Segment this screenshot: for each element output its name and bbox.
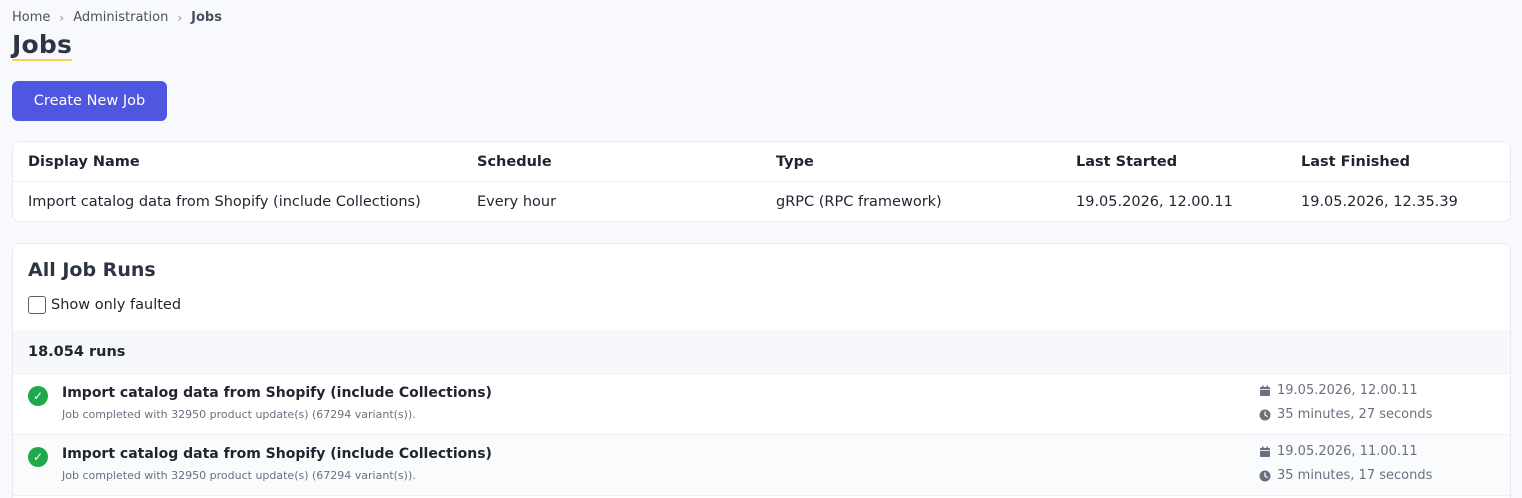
cell-schedule: Every hour <box>477 194 557 210</box>
breadcrumb-home[interactable]: Home <box>12 10 50 25</box>
column-header-last-finished[interactable]: Last Finished <box>1301 154 1410 170</box>
column-header-last-started[interactable]: Last Started <box>1076 154 1177 170</box>
checkbox-label: Show only faulted <box>51 297 182 313</box>
job-runs-panel: All Job Runs Show only faulted 18.054 ru… <box>12 243 1511 498</box>
breadcrumb: Home › Administration › Jobs <box>12 10 222 25</box>
page-title: Jobs <box>12 30 73 59</box>
clock-icon <box>1259 409 1271 420</box>
jobs-table: Display Name Schedule Type Last Started … <box>12 141 1511 222</box>
column-header-schedule[interactable]: Schedule <box>477 154 552 170</box>
run-description: Job completed with 32950 product update(… <box>62 408 416 421</box>
run-name: Import catalog data from Shopify (includ… <box>62 446 492 462</box>
calendar-icon <box>1260 385 1270 396</box>
check-circle-icon: ✓ <box>28 386 48 406</box>
breadcrumb-administration[interactable]: Administration <box>73 10 168 25</box>
run-date: 19.05.2026, 12.00.11 <box>1259 383 1418 398</box>
run-date-text: 19.05.2026, 12.00.11 <box>1277 383 1418 398</box>
run-description: Job completed with 32950 product update(… <box>62 469 416 482</box>
runs-count: 18.054 runs <box>13 330 1510 374</box>
list-item[interactable]: ✓ Import catalog data from Shopify (incl… <box>13 435 1510 496</box>
run-duration: 35 minutes, 27 seconds <box>1259 407 1432 422</box>
table-header-row: Display Name Schedule Type Last Started … <box>13 142 1510 182</box>
run-date: 19.05.2026, 11.00.11 <box>1259 444 1418 459</box>
cell-type: gRPC (RPC framework) <box>776 194 942 210</box>
cell-last-started: 19.05.2026, 12.00.11 <box>1076 194 1233 210</box>
table-row[interactable]: Import catalog data from Shopify (includ… <box>13 182 1510 221</box>
clock-icon <box>1259 470 1271 481</box>
cell-display-name: Import catalog data from Shopify (includ… <box>28 194 421 210</box>
cell-last-finished: 19.05.2026, 12.35.39 <box>1301 194 1458 210</box>
calendar-icon <box>1260 446 1270 457</box>
column-header-display-name[interactable]: Display Name <box>28 154 140 170</box>
run-duration: 35 minutes, 17 seconds <box>1259 468 1432 483</box>
section-title: All Job Runs <box>28 259 156 281</box>
check-circle-icon: ✓ <box>28 447 48 467</box>
show-only-faulted-filter[interactable]: Show only faulted <box>28 296 181 314</box>
chevron-right-icon: › <box>59 10 65 25</box>
run-duration-text: 35 minutes, 27 seconds <box>1277 407 1433 422</box>
column-header-type[interactable]: Type <box>776 154 814 170</box>
run-name: Import catalog data from Shopify (includ… <box>62 385 492 401</box>
create-new-job-button[interactable]: Create New Job <box>12 81 167 121</box>
run-duration-text: 35 minutes, 17 seconds <box>1277 468 1433 483</box>
breadcrumb-current: Jobs <box>191 10 222 25</box>
chevron-right-icon: › <box>177 10 183 25</box>
runs-count-label: 18.054 runs <box>28 343 126 360</box>
list-item[interactable]: ✓ Import catalog data from Shopify (incl… <box>13 374 1510 435</box>
run-date-text: 19.05.2026, 11.00.11 <box>1277 444 1418 459</box>
show-only-faulted-checkbox[interactable] <box>28 296 46 314</box>
